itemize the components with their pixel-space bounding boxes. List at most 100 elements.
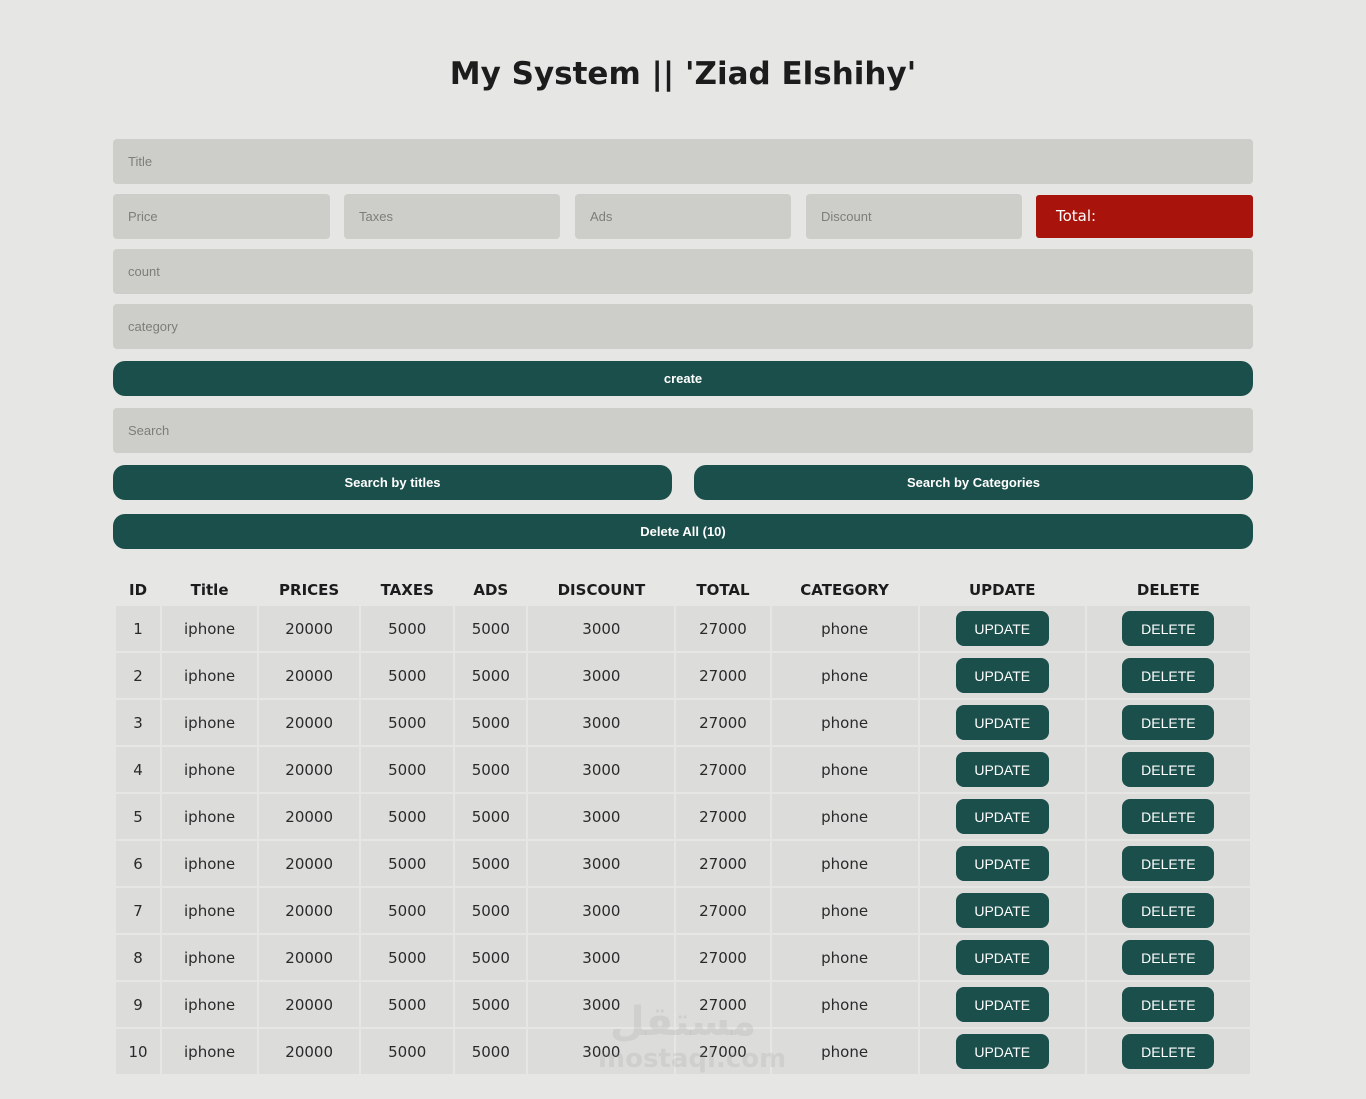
cell-discount: 3000 (528, 700, 675, 745)
cell-taxes: 5000 (361, 700, 454, 745)
delete-button[interactable]: DELETE (1122, 705, 1215, 740)
cell-category: phone (771, 700, 918, 745)
create-button[interactable]: create (113, 361, 1253, 396)
cell-delete: DELETE (1086, 1029, 1250, 1074)
cell-update: UPDATE (919, 653, 1085, 698)
cell-taxes: 5000 (361, 1029, 454, 1074)
cell-discount: 3000 (528, 982, 675, 1027)
table-row: 6 iphone 20000 5000 5000 3000 27000 phone UPDATE… (116, 841, 1250, 886)
cell-update: UPDATE (919, 982, 1085, 1027)
cell-title: iphone (162, 747, 258, 792)
cell-taxes: 5000 (361, 888, 454, 933)
header-discount: DISCOUNT (557, 581, 646, 599)
cell-delete: DELETE (1086, 888, 1250, 933)
delete-button[interactable]: DELETE (1122, 846, 1215, 881)
table-row: 10 iphone 20000 5000 5000 3000 27000 phone UPDAT… (116, 1029, 1250, 1074)
update-button[interactable]: UPDATE (955, 940, 1049, 975)
cell-category: phone (771, 794, 918, 839)
cell-total: 27000 (676, 747, 770, 792)
update-button[interactable]: UPDATE (955, 799, 1049, 834)
page-title: My System || 'Ziad Elshihy' (449, 56, 917, 92)
search-input[interactable] (113, 408, 1253, 453)
cell-update: UPDATE (919, 747, 1085, 792)
cell-delete: DELETE (1086, 653, 1250, 698)
cell-title: iphone (162, 794, 258, 839)
cell-total: 27000 (676, 935, 770, 980)
table-row: 9 iphone 20000 5000 5000 3000 27000 phone UPDATE… (116, 982, 1250, 1027)
cell-update: UPDATE (919, 841, 1085, 886)
delete-button[interactable]: DELETE (1122, 1034, 1215, 1069)
cell-title: iphone (162, 606, 258, 651)
search-by-categories-button[interactable]: Search by Categories (694, 465, 1253, 500)
category-input[interactable] (113, 304, 1253, 349)
cell-ads: 5000 (455, 653, 527, 698)
update-button[interactable]: UPDATE (955, 658, 1049, 693)
update-button[interactable]: UPDATE (955, 987, 1049, 1022)
cell-discount: 3000 (528, 841, 675, 886)
discount-input[interactable] (806, 194, 1022, 239)
cell-taxes: 5000 (361, 794, 454, 839)
table-header-row: ID Title PRICES TAXES ADS DISCOUNT TOTAL… (116, 576, 1250, 604)
header-title: Title (190, 581, 229, 599)
update-button[interactable]: UPDATE (955, 611, 1049, 646)
update-button[interactable]: UPDATE (955, 752, 1049, 787)
cell-taxes: 5000 (361, 935, 454, 980)
total-label: Total: (1056, 207, 1097, 225)
update-button[interactable]: UPDATE (955, 705, 1049, 740)
cell-taxes: 5000 (361, 841, 454, 886)
header-ads: ADS (473, 581, 509, 599)
cell-total: 27000 (676, 1029, 770, 1074)
cell-update: UPDATE (919, 606, 1085, 651)
update-button[interactable]: UPDATE (955, 846, 1049, 881)
ads-input[interactable] (575, 194, 791, 239)
cell-ads: 5000 (455, 794, 527, 839)
products-table: ID Title PRICES TAXES ADS DISCOUNT TOTAL… (114, 574, 1252, 1076)
header-taxes: TAXES (380, 581, 434, 599)
cell-ads: 5000 (455, 982, 527, 1027)
cell-total: 27000 (676, 700, 770, 745)
delete-button[interactable]: DELETE (1122, 987, 1215, 1022)
delete-button[interactable]: DELETE (1122, 658, 1215, 693)
cell-price: 20000 (259, 935, 360, 980)
table-row: 1 iphone 20000 5000 5000 3000 27000 phone UPDATE… (116, 606, 1250, 651)
cell-price: 20000 (259, 794, 360, 839)
cell-discount: 3000 (528, 888, 675, 933)
cell-ads: 5000 (455, 1029, 527, 1074)
cell-category: phone (771, 606, 918, 651)
update-button[interactable]: UPDATE (955, 893, 1049, 928)
delete-button[interactable]: DELETE (1122, 940, 1215, 975)
cell-update: UPDATE (919, 700, 1085, 745)
search-by-titles-button[interactable]: Search by titles (113, 465, 672, 500)
cell-total: 27000 (676, 794, 770, 839)
delete-button[interactable]: DELETE (1122, 893, 1215, 928)
table-row: 5 iphone 20000 5000 5000 3000 27000 phone UPDATE… (116, 794, 1250, 839)
delete-button[interactable]: DELETE (1122, 611, 1215, 646)
cell-taxes: 5000 (361, 982, 454, 1027)
table-row: 7 iphone 20000 5000 5000 3000 27000 phone UPDATE… (116, 888, 1250, 933)
delete-button[interactable]: DELETE (1122, 799, 1215, 834)
cell-ads: 5000 (455, 841, 527, 886)
cell-title: iphone (162, 888, 258, 933)
delete-button[interactable]: DELETE (1122, 752, 1215, 787)
header-delete: DELETE (1136, 581, 1200, 599)
header-id: ID (128, 581, 148, 599)
price-input[interactable] (113, 194, 330, 239)
cell-ads: 5000 (455, 888, 527, 933)
cell-id: 8 (116, 935, 161, 980)
title-input[interactable] (113, 139, 1253, 184)
cell-price: 20000 (259, 606, 360, 651)
cell-total: 27000 (676, 982, 770, 1027)
cell-category: phone (771, 841, 918, 886)
cell-title: iphone (162, 982, 258, 1027)
taxes-input[interactable] (344, 194, 560, 239)
count-input[interactable] (113, 249, 1253, 294)
cell-delete: DELETE (1086, 794, 1250, 839)
cell-price: 20000 (259, 1029, 360, 1074)
cell-total: 27000 (676, 606, 770, 651)
cell-discount: 3000 (528, 606, 675, 651)
cell-total: 27000 (676, 888, 770, 933)
update-button[interactable]: UPDATE (955, 1034, 1049, 1069)
cell-price: 20000 (259, 982, 360, 1027)
delete-all-button[interactable]: Delete All (10) (113, 514, 1253, 549)
cell-title: iphone (162, 653, 258, 698)
